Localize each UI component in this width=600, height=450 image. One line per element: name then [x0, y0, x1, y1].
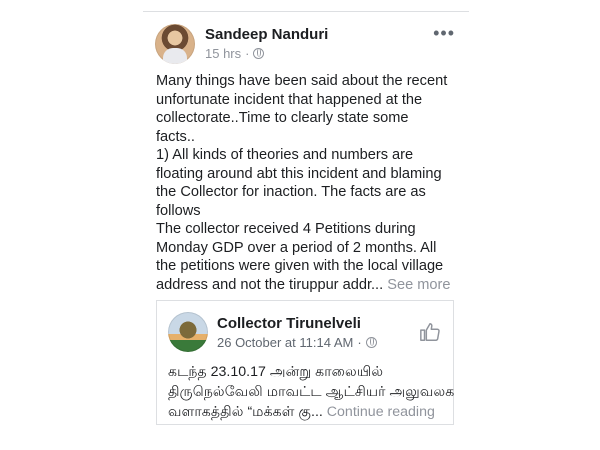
post-body-line: unfortunate incident that happened at th…	[156, 91, 423, 108]
meta-separator: ·	[357, 335, 362, 350]
shared-author-avatar[interactable]	[168, 312, 208, 352]
see-more-link[interactable]: See more	[387, 277, 450, 293]
post-body-line: the Collector for inaction. The facts ar…	[156, 184, 426, 200]
post-body-line: 1) All kinds of theories and numbers are	[156, 147, 414, 163]
shared-text-line: திருநெல்வேலி மாவட்ட ஆட்சியர் அலுவலக	[168, 384, 455, 400]
shared-text-truncated: வளாகத்தில் “மக்கள் கு...	[168, 404, 323, 420]
post-body-line: Many things have been said about the rec…	[156, 73, 448, 89]
author-name[interactable]: Sandeep Nanduri	[205, 26, 328, 43]
post-body-line: facts..	[156, 128, 195, 145]
globe-icon[interactable]	[365, 337, 377, 348]
post-header: Sandeep Nanduri 15 hrs · •••	[143, 12, 469, 72]
post-body-line: floating around abt this incident and bl…	[156, 165, 442, 182]
globe-icon[interactable]	[253, 48, 265, 59]
post-body-line: The collector received 4 Petitions durin…	[156, 221, 416, 237]
post-body-line: Monday GDP over a period of 2 months. Al…	[156, 239, 437, 256]
continue-reading-link[interactable]: Continue reading	[327, 404, 435, 420]
meta-separator: ·	[245, 46, 250, 61]
more-options-icon[interactable]: •••	[433, 24, 455, 42]
post-timestamp[interactable]: 15 hrs	[205, 46, 241, 61]
shared-post-timestamp[interactable]: 26 October at 11:14 AM	[217, 335, 353, 350]
post-body-line: the petitions were given with the local …	[156, 258, 444, 274]
shared-post-meta: 26 October at 11:14 AM ·	[217, 335, 377, 350]
author-avatar[interactable]	[155, 24, 195, 64]
post-body-line: follows	[156, 202, 201, 219]
post-body: Many things have been said about the rec…	[156, 72, 460, 294]
facebook-post: Sandeep Nanduri 15 hrs · ••• Many things…	[143, 12, 469, 450]
shared-text-last-line: வளாகத்தில் “மக்கள் கு... Continue readin…	[168, 402, 448, 422]
shared-post-card[interactable]: Collector Tirunelveli 26 October at 11:1…	[156, 300, 454, 425]
shared-author-name[interactable]: Collector Tirunelveli	[217, 315, 361, 332]
shared-text-line: கடந்த 23.10.17 அன்று காலையில்	[168, 364, 384, 380]
post-body-truncated: address and not the tiruppur addr...	[156, 276, 384, 293]
post-meta: 15 hrs ·	[205, 46, 265, 61]
post-body-last-line: address and not the tiruppur addr... See…	[156, 276, 460, 295]
thumbs-up-icon[interactable]	[419, 321, 441, 343]
shared-post-text: கடந்த 23.10.17 அன்று காலையில் திருநெல்வே…	[168, 362, 455, 422]
post-body-line: collectorate..Time to clearly state some	[156, 110, 409, 126]
